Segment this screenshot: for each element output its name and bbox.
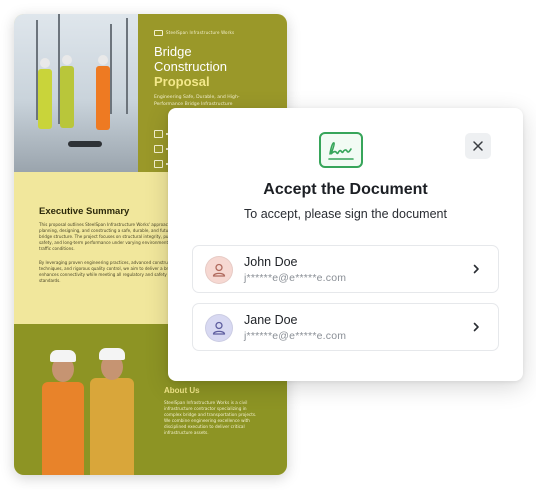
signer-email: j******e@e*****e.com [244, 272, 347, 284]
avatar [205, 256, 233, 284]
cover-photo [14, 14, 138, 172]
signer-item-john-doe[interactable]: John Doe j******e@e*****e.com [192, 245, 499, 293]
executive-summary-heading: Executive Summary [39, 206, 130, 217]
brand-label: SteelSpan Infrastructure Works [154, 30, 234, 36]
document-title: Bridge Construction [154, 44, 227, 74]
avatar [205, 314, 233, 342]
signer-item-jane-doe[interactable]: Jane Doe j******e@e*****e.com [192, 303, 499, 351]
about-paragraph: SteelSpan Infrastructure Works is a civi… [164, 400, 257, 435]
chevron-right-icon [473, 264, 479, 274]
executive-summary-paragraph-2: By leveraging proven engineering practic… [39, 260, 187, 283]
monitor-icon [154, 130, 163, 138]
document-subtitle: Engineering Safe, Durable, and High-Perf… [154, 95, 240, 107]
brand-logo-icon [154, 30, 163, 36]
close-icon [473, 141, 483, 151]
accept-document-dialog: Accept the Document To accept, please si… [168, 108, 523, 381]
signer-email: j******e@e*****e.com [244, 330, 347, 342]
dialog-title: Accept the Document [263, 181, 428, 198]
executive-summary-paragraph-1: This proposal outlines SteelSpan Infrast… [39, 222, 186, 251]
signer-name: John Doe [244, 255, 298, 269]
document-title-accent: Proposal [154, 74, 210, 89]
about-heading: About Us [164, 386, 200, 395]
close-button[interactable] [465, 133, 491, 159]
chevron-right-icon [473, 322, 479, 332]
user-icon [212, 321, 226, 335]
signature-icon [319, 132, 363, 168]
calendar-icon [154, 160, 163, 168]
signer-name: Jane Doe [244, 313, 298, 327]
phone-icon [154, 145, 163, 153]
dialog-subtitle: To accept, please sign the document [244, 207, 447, 221]
user-icon [212, 263, 226, 277]
